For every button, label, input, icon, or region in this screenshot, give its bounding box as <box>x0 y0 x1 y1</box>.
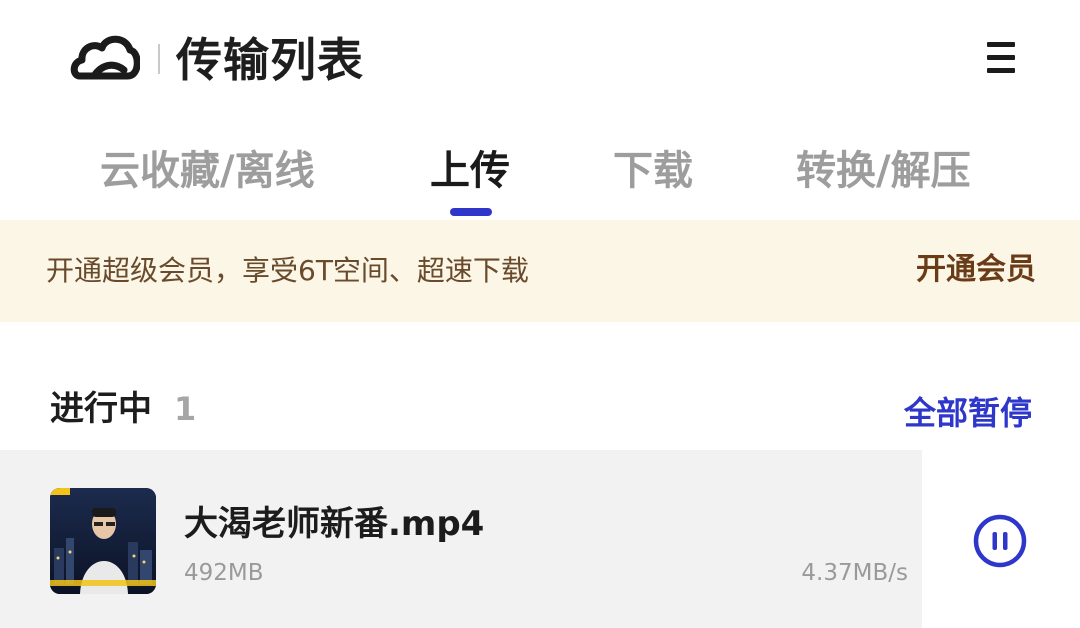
transfer-speed: 4.37MB/s <box>801 560 908 586</box>
section-title: 进行中 <box>50 389 152 429</box>
tab-upload[interactable]: 上传 <box>430 146 510 196</box>
open-vip-button[interactable]: 开通会员 <box>916 250 1036 290</box>
vip-promo-banner[interactable]: 开通超级会员，享受6T空间、超速下载 开通会员 <box>0 220 1080 322</box>
file-size: 492MB <box>184 560 264 586</box>
app-header: 传输列表 <box>0 0 1080 120</box>
tab-convert-unzip[interactable]: 转换/解压 <box>796 146 971 196</box>
hamburger-menu-icon[interactable] <box>984 38 1018 78</box>
video-thumbnail <box>50 488 156 594</box>
in-progress-header: 进行中 1 全部暂停 <box>0 380 1080 440</box>
tab-cloud-offline[interactable]: 云收藏/离线 <box>100 146 315 196</box>
in-progress-count: 1 <box>174 390 197 428</box>
transfer-row[interactable]: 大渴老师新番.mp4 492MB 4.37MB/s <box>0 450 922 628</box>
active-tab-indicator <box>450 208 492 216</box>
cloud-icon <box>70 30 141 86</box>
file-name: 大渴老师新番.mp4 <box>184 504 485 544</box>
logo-divider <box>158 44 160 74</box>
tab-download[interactable]: 下载 <box>613 146 693 196</box>
transfer-tabs: 云收藏/离线 上传 下载 转换/解压 <box>0 140 1080 220</box>
pause-all-button[interactable]: 全部暂停 <box>904 390 1032 436</box>
pause-icon[interactable] <box>972 513 1028 569</box>
promo-text: 开通超级会员，享受6T空间、超速下载 <box>46 254 529 287</box>
page-title: 传输列表 <box>176 33 364 87</box>
